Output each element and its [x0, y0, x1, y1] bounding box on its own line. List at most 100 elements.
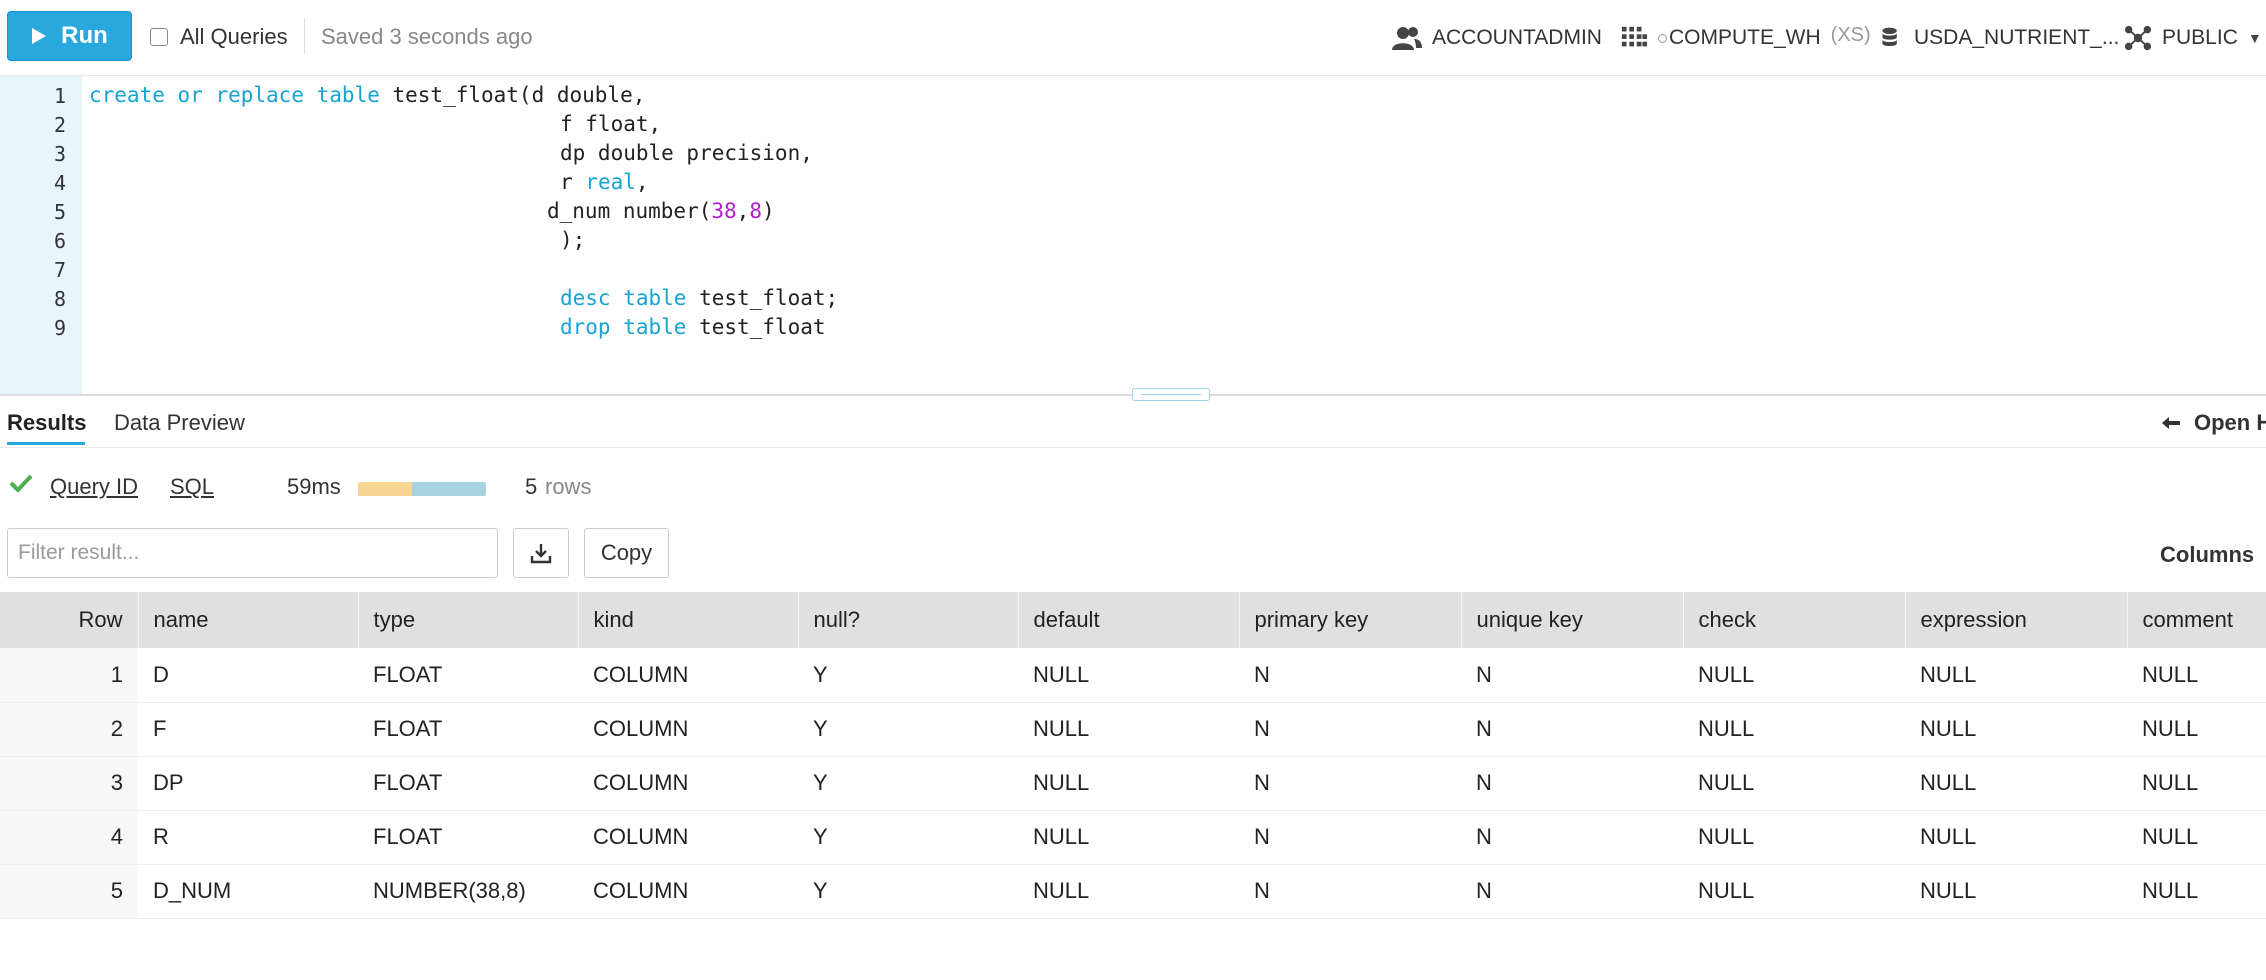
table-cell[interactable]: NULL — [2127, 864, 2266, 919]
table-cell[interactable]: N — [1239, 756, 1461, 811]
copy-button[interactable]: Copy — [584, 528, 669, 578]
table-cell[interactable]: Y — [798, 864, 1018, 919]
table-cell[interactable]: Y — [798, 648, 1018, 703]
column-header[interactable]: kind — [578, 592, 799, 648]
table-cell[interactable]: NULL — [1683, 864, 1905, 919]
schema-selector[interactable]: PUBLIC ▼ — [2124, 24, 2262, 52]
table-cell[interactable]: NULL — [1683, 810, 1905, 865]
table-cell[interactable]: N — [1461, 702, 1683, 757]
open-history-button[interactable]: Open H — [2162, 410, 2266, 436]
all-queries-toggle[interactable]: All Queries — [150, 24, 288, 50]
table-row[interactable]: 2 F FLOAT COLUMN Y NULL N N NULL NULL NULL — [0, 702, 2266, 757]
row-number-cell[interactable]: 2 — [0, 702, 138, 757]
row-number-cell[interactable]: 1 — [0, 648, 138, 703]
table-cell[interactable]: N — [1239, 864, 1461, 919]
table-cell[interactable]: NULL — [1683, 702, 1905, 757]
table-cell[interactable]: NULL — [1905, 810, 2127, 865]
database-selector[interactable]: USDA_NUTRIENT_... — [1880, 24, 2119, 52]
warehouse-selector[interactable]: COMPUTE_WH (XS) — [1620, 24, 1871, 52]
table-cell[interactable]: NULL — [1905, 648, 2127, 703]
table-cell[interactable]: NULL — [1905, 864, 2127, 919]
download-button[interactable] — [513, 528, 569, 578]
table-cell[interactable]: NUMBER(38,8) — [358, 864, 578, 919]
all-queries-checkbox[interactable] — [150, 28, 168, 46]
table-cell[interactable]: D — [138, 648, 358, 703]
column-header[interactable]: type — [358, 592, 579, 648]
row-number-cell[interactable]: 4 — [0, 810, 138, 865]
line-number: 5 — [53, 200, 66, 224]
table-cell[interactable]: N — [1239, 810, 1461, 865]
saved-status: Saved 3 seconds ago — [321, 24, 533, 49]
column-header[interactable]: primary key — [1239, 592, 1462, 648]
table-cell[interactable]: NULL — [1018, 810, 1239, 865]
table-cell[interactable]: Y — [798, 810, 1018, 865]
table-row[interactable]: 4 R FLOAT COLUMN Y NULL N N NULL NULL NULL — [0, 810, 2266, 865]
table-cell[interactable]: NULL — [2127, 810, 2266, 865]
table-cell[interactable]: FLOAT — [358, 810, 578, 865]
table-cell[interactable]: NULL — [2127, 756, 2266, 811]
column-header[interactable]: check — [1683, 592, 1906, 648]
table-row[interactable]: 1 D FLOAT COLUMN Y NULL N N NULL NULL NULL — [0, 648, 2266, 703]
table-cell[interactable]: NULL — [1683, 756, 1905, 811]
table-cell[interactable]: N — [1461, 756, 1683, 811]
column-header[interactable]: expression — [1905, 592, 2128, 648]
table-cell[interactable]: NULL — [1018, 864, 1239, 919]
table-cell[interactable]: NULL — [1018, 648, 1239, 703]
code-token: , — [736, 199, 750, 223]
line-number: 2 — [53, 113, 66, 137]
table-row[interactable]: 5 D_NUM NUMBER(38,8) COLUMN Y NULL N N NULL NULL N… — [0, 864, 2266, 919]
code-line: f float, — [560, 112, 661, 136]
table-cell[interactable]: COLUMN — [578, 702, 798, 757]
table-cell[interactable]: FLOAT — [358, 702, 578, 757]
tab-results[interactable]: Results — [7, 410, 86, 436]
sql-link[interactable]: SQL — [170, 474, 214, 500]
column-header[interactable]: default — [1018, 592, 1240, 648]
column-header[interactable]: unique key — [1461, 592, 1684, 648]
table-cell[interactable]: COLUMN — [578, 756, 798, 811]
table-cell[interactable]: FLOAT — [358, 648, 578, 703]
table-cell[interactable]: Y — [798, 702, 1018, 757]
code-token: d_num number( — [547, 199, 712, 223]
table-cell[interactable]: N — [1461, 810, 1683, 865]
role-selector[interactable]: ACCOUNTADMIN — [1392, 24, 1602, 52]
columns-menu-button[interactable]: Columns ▼ — [2160, 542, 2266, 568]
table-cell[interactable]: D_NUM — [138, 864, 358, 919]
table-cell[interactable]: NULL — [2127, 648, 2266, 703]
code-keyword: table — [316, 83, 380, 107]
tab-data-preview[interactable]: Data Preview — [114, 410, 245, 436]
table-cell[interactable]: NULL — [2127, 702, 2266, 757]
table-cell[interactable]: N — [1239, 648, 1461, 703]
column-header[interactable]: Row — [0, 592, 139, 648]
table-cell[interactable]: Y — [798, 756, 1018, 811]
table-cell[interactable]: N — [1461, 864, 1683, 919]
table-cell[interactable]: N — [1239, 702, 1461, 757]
row-number-cell[interactable]: 3 — [0, 756, 138, 811]
code-line: d_num number(38,8) — [547, 199, 775, 223]
sql-editor[interactable]: 1 2 3 4 5 6 7 8 9 create or replace table test_f… — [0, 76, 2266, 394]
duration-bar-compile — [358, 482, 412, 496]
arrow-left-icon — [2162, 417, 2180, 429]
table-row[interactable]: 3 DP FLOAT COLUMN Y NULL N N NULL NULL NULL — [0, 756, 2266, 811]
table-cell[interactable]: R — [138, 810, 358, 865]
query-id-link[interactable]: Query ID — [50, 474, 138, 500]
table-cell[interactable]: FLOAT — [358, 756, 578, 811]
table-cell[interactable]: F — [138, 702, 358, 757]
row-number-cell[interactable]: 5 — [0, 864, 138, 919]
table-cell[interactable]: NULL — [1905, 756, 2127, 811]
column-header[interactable]: comment — [2127, 592, 2266, 648]
table-cell[interactable]: COLUMN — [578, 864, 798, 919]
table-cell[interactable]: COLUMN — [578, 648, 798, 703]
table-cell[interactable]: DP — [138, 756, 358, 811]
column-header[interactable]: name — [138, 592, 359, 648]
filter-result-input[interactable] — [7, 528, 498, 578]
table-cell[interactable]: N — [1461, 648, 1683, 703]
table-cell[interactable]: NULL — [1018, 702, 1239, 757]
table-cell[interactable]: NULL — [1905, 702, 2127, 757]
run-button[interactable]: Run — [7, 11, 132, 61]
table-cell[interactable]: NULL — [1018, 756, 1239, 811]
table-cell[interactable]: NULL — [1683, 648, 1905, 703]
column-header[interactable]: null? — [798, 592, 1019, 648]
table-cell[interactable]: COLUMN — [578, 810, 798, 865]
